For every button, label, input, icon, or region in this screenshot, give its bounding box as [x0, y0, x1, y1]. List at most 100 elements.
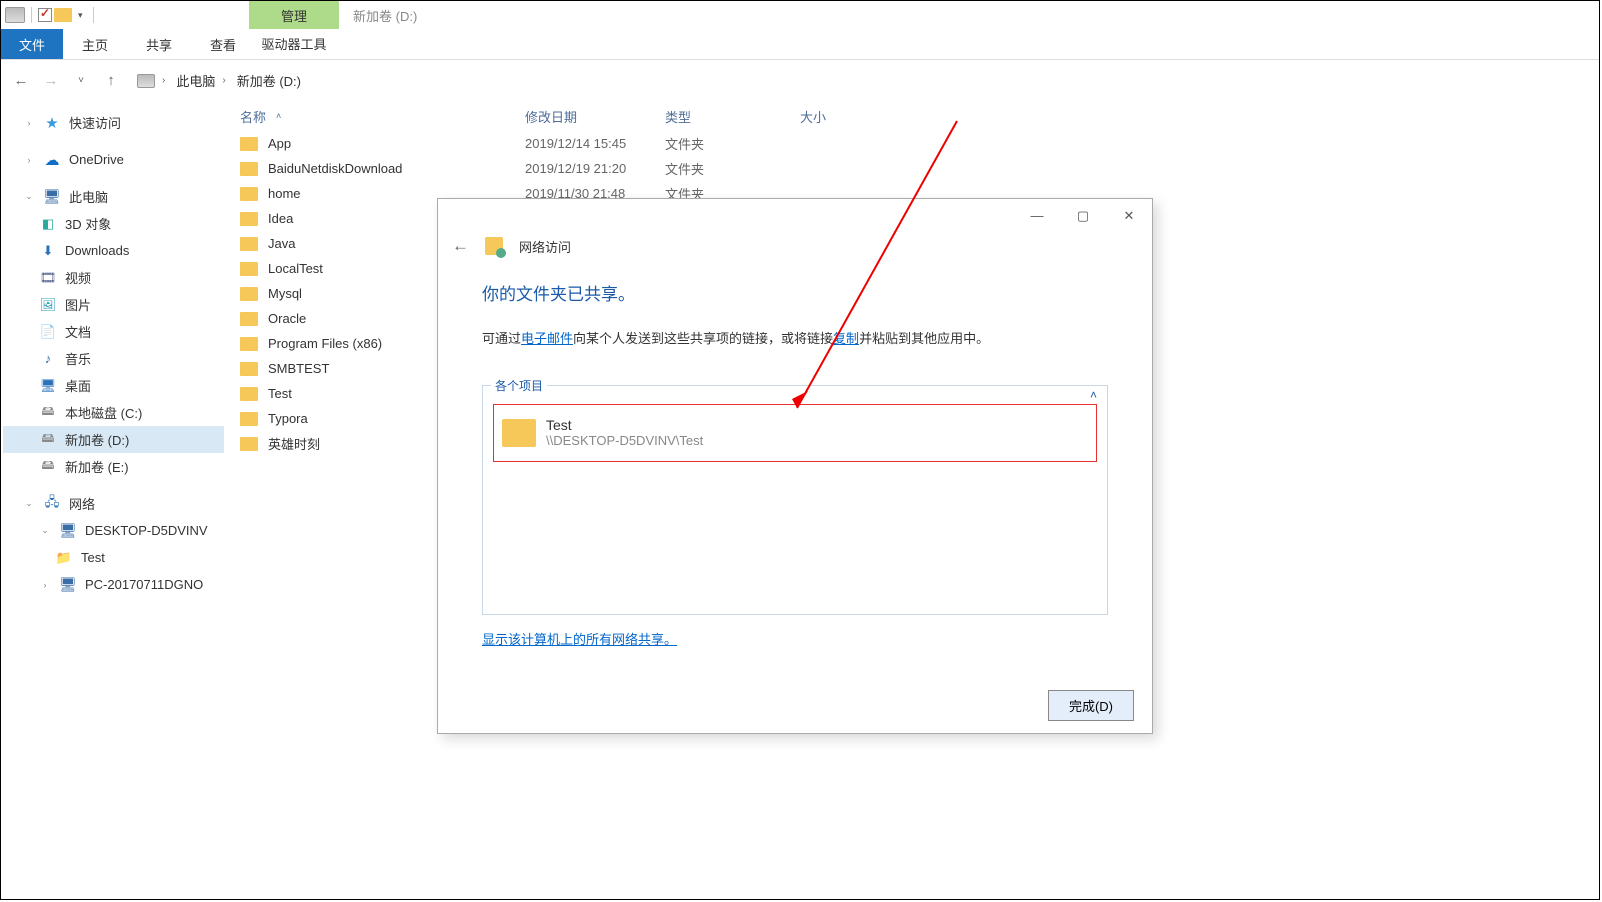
contextual-tab-label: 管理: [249, 1, 339, 29]
folder-icon: [240, 362, 258, 376]
column-modified[interactable]: 修改日期: [525, 107, 665, 126]
file-name: Test: [268, 386, 292, 401]
chevron-up-icon[interactable]: ˄: [1090, 388, 1097, 402]
qat-customize-icon[interactable]: ▾: [74, 10, 87, 21]
network-icon: 🖧: [43, 496, 61, 512]
tab-drive-tools[interactable]: 驱动器工具: [249, 29, 339, 60]
column-type[interactable]: 类型: [665, 107, 800, 126]
breadcrumb-pc[interactable]: 此电脑: [176, 71, 215, 90]
drive-icon: [5, 7, 25, 23]
file-name: Mysql: [268, 286, 302, 301]
sidebar-desktop[interactable]: 🖥桌面: [3, 372, 224, 399]
folder-icon: [240, 137, 258, 151]
sidebar-videos[interactable]: 🎞视频: [3, 264, 224, 291]
file-row[interactable]: BaiduNetdiskDownload2019/12/19 21:20文件夹: [240, 156, 1599, 181]
chevron-right-icon[interactable]: ›: [159, 75, 168, 86]
sidebar-c-drive[interactable]: 🖴本地磁盘 (C:): [3, 399, 224, 426]
tab-home[interactable]: 主页: [63, 29, 127, 59]
sidebar-music[interactable]: ♪音乐: [3, 345, 224, 372]
pc-icon: 🖥: [59, 577, 77, 593]
download-icon: ⬇: [39, 243, 57, 259]
sidebar-3d-objects[interactable]: ◧3D 对象: [3, 210, 224, 237]
window-title: 新加卷 (D:): [353, 6, 417, 25]
back-button[interactable]: ←: [9, 69, 33, 93]
network-access-dialog: — ▢ ✕ ← 网络访问 你的文件夹已共享。 可通过电子邮件向某个人发送到这些共…: [437, 198, 1153, 734]
sidebar-onedrive[interactable]: ›☁OneDrive: [3, 146, 224, 173]
desktop-icon: 🖥: [39, 378, 57, 394]
file-name: 英雄时刻: [268, 434, 320, 453]
dialog-heading: 你的文件夹已共享。: [482, 280, 1108, 305]
breadcrumb-drive[interactable]: 新加卷 (D:): [237, 71, 301, 90]
file-name: SMBTEST: [268, 361, 329, 376]
sidebar-net-host1[interactable]: ⌄🖥DESKTOP-D5DVINV: [3, 517, 224, 544]
navigation-pane: ›★快速访问 ›☁OneDrive ⌄🖥此电脑 ◧3D 对象 ⬇Download…: [1, 101, 226, 900]
folder-icon: [240, 312, 258, 326]
column-name[interactable]: 名称˄: [240, 107, 525, 126]
file-name: Typora: [268, 411, 308, 426]
shared-item-path: \\DESKTOP-D5DVINV\Test: [546, 433, 703, 448]
folder-share-icon: 📁: [55, 550, 73, 566]
sidebar-pictures[interactable]: 🖼图片: [3, 291, 224, 318]
show-all-shares-link[interactable]: 显示该计算机上的所有网络共享。: [482, 629, 677, 648]
sidebar-this-pc[interactable]: ⌄🖥此电脑: [3, 183, 224, 210]
tab-share[interactable]: 共享: [127, 29, 191, 59]
done-button[interactable]: 完成(D): [1048, 690, 1134, 721]
email-link[interactable]: 电子邮件: [521, 331, 573, 346]
close-button[interactable]: ✕: [1106, 201, 1152, 231]
sidebar-downloads[interactable]: ⬇Downloads: [3, 237, 224, 264]
chevron-right-icon[interactable]: ›: [219, 75, 228, 86]
sidebar-net-share[interactable]: 📁Test: [3, 544, 224, 571]
sidebar-net-host2[interactable]: ›🖥PC-20170711DGNO: [3, 571, 224, 598]
folder-icon: [240, 387, 258, 401]
qat-newfolder-icon[interactable]: [54, 8, 72, 22]
file-type: 文件夹: [665, 159, 800, 178]
breadcrumb[interactable]: › 此电脑 › 新加卷 (D:): [133, 69, 305, 92]
folder-icon: [240, 162, 258, 176]
sidebar-d-drive[interactable]: 🖴新加卷 (D:): [3, 426, 224, 453]
maximize-button[interactable]: ▢: [1060, 201, 1106, 231]
ribbon: 文件 主页 共享 查看 驱动器工具: [1, 29, 1599, 60]
dialog-back-button[interactable]: ←: [452, 236, 469, 256]
folder-icon: [240, 262, 258, 276]
file-tab[interactable]: 文件: [1, 29, 63, 59]
folder-icon: [240, 437, 258, 451]
hdd-icon: 🖴: [39, 459, 57, 475]
folder-icon: [502, 419, 536, 447]
picture-icon: 🖼: [39, 297, 57, 313]
sidebar-documents[interactable]: 📄文档: [3, 318, 224, 345]
folder-icon: [240, 237, 258, 251]
file-type: 文件夹: [665, 134, 800, 153]
video-icon: 🎞: [39, 270, 57, 286]
file-date: 2019/12/14 15:45: [525, 136, 665, 151]
file-name: BaiduNetdiskDownload: [268, 161, 402, 176]
window-titlebar: ▾ 管理 新加卷 (D:): [1, 1, 1599, 29]
forward-button[interactable]: →: [39, 69, 63, 93]
folder-icon: [240, 212, 258, 226]
file-name: Program Files (x86): [268, 336, 382, 351]
folder-icon: [240, 337, 258, 351]
column-size[interactable]: 大小: [800, 107, 900, 126]
hdd-icon: 🖴: [39, 405, 57, 421]
up-button[interactable]: ↑: [99, 69, 123, 93]
file-name: Oracle: [268, 311, 306, 326]
tab-view[interactable]: 查看: [191, 29, 255, 59]
file-row[interactable]: App 2019/12/14 15:45文件夹: [240, 131, 1599, 156]
nav-toolbar: ← → ˅ ↑ › 此电脑 › 新加卷 (D:): [1, 60, 1599, 101]
recent-locations-button[interactable]: ˅: [69, 69, 93, 93]
copy-link[interactable]: 复制: [833, 331, 859, 346]
sidebar-e-drive[interactable]: 🖴新加卷 (E:): [3, 453, 224, 480]
drive-icon: [137, 74, 155, 88]
shared-item-name: Test: [546, 417, 703, 433]
shared-item[interactable]: Test \\DESKTOP-D5DVINV\Test: [493, 404, 1097, 462]
cloud-icon: ☁: [43, 152, 61, 168]
fieldset-legend: 各个项目: [491, 377, 547, 394]
column-headers: 名称˄ 修改日期 类型 大小: [226, 101, 1599, 131]
sidebar-network[interactable]: ⌄🖧网络: [3, 490, 224, 517]
shared-items-fieldset: 各个项目 ˄ Test \\DESKTOP-D5DVINV\Test: [482, 385, 1108, 615]
sidebar-quick-access[interactable]: ›★快速访问: [3, 109, 224, 136]
qat-properties-icon[interactable]: [38, 8, 52, 22]
folder-icon: [240, 187, 258, 201]
hdd-icon: 🖴: [39, 432, 57, 448]
minimize-button[interactable]: —: [1014, 201, 1060, 231]
file-name: App: [268, 136, 291, 151]
